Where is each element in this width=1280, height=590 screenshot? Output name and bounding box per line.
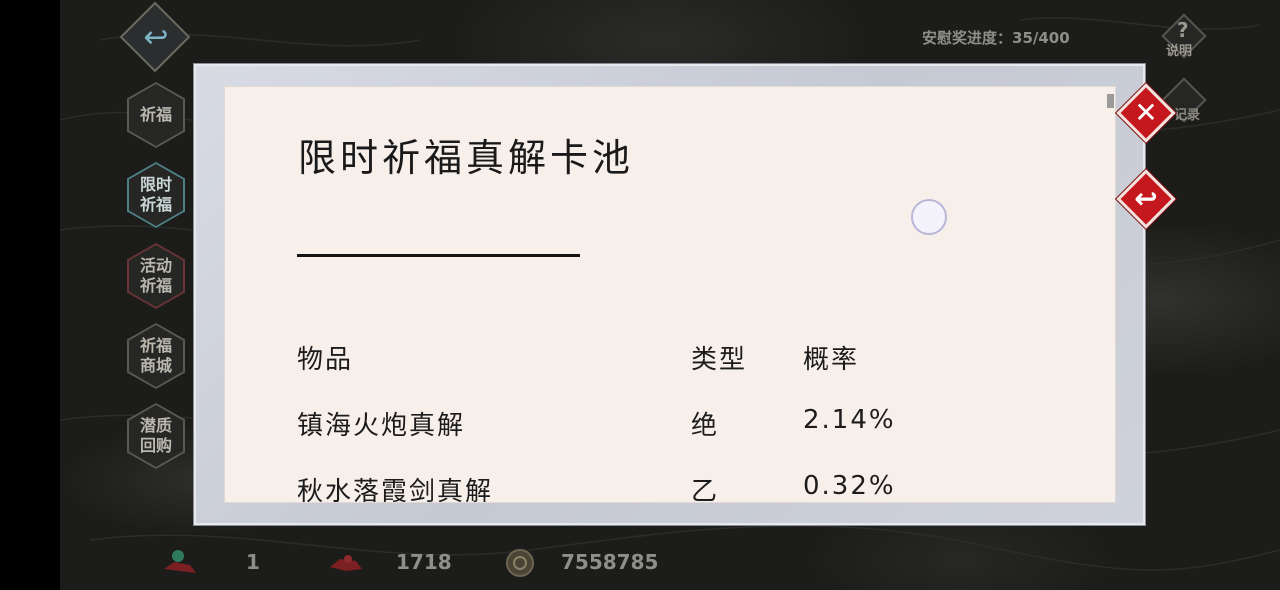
table-header-type: 类型	[691, 345, 748, 375]
back-arrow-icon[interactable]: ↩	[138, 20, 174, 56]
side-item-label: 祈福商城	[139, 336, 172, 375]
table-row-rate: 2.14%	[803, 405, 896, 435]
side-item-label: 祈福	[139, 105, 172, 124]
table-header-item: 物品	[297, 345, 354, 375]
title-divider	[297, 254, 580, 257]
lantern-token-icon	[160, 547, 200, 577]
table-row-type: 乙	[691, 477, 720, 503]
side-item-label: 限时祈福	[139, 175, 172, 214]
help-label: 说明	[1166, 44, 1193, 59]
consolation-progress: 安慰奖进度：35/400	[922, 29, 1070, 47]
pool-title: 限时祈福真解卡池	[298, 136, 635, 180]
currency-value: 1718	[396, 550, 452, 574]
currency-value: 7558785	[561, 550, 659, 574]
close-button[interactable]: ✕	[1116, 83, 1176, 143]
record-label: 记录	[1174, 108, 1201, 123]
table-header-rate: 概率	[803, 345, 860, 375]
side-item-label: 潜质回购	[139, 416, 172, 455]
left-black-bar	[0, 0, 60, 590]
question-icon: ?	[1177, 18, 1189, 42]
return-button[interactable]: ↩	[1116, 169, 1176, 229]
currency-value: 1	[246, 550, 260, 574]
table-row-item: 镇海火炮真解	[297, 411, 466, 441]
currency-lantern: 1	[160, 546, 260, 578]
side-item-label: 活动祈福	[139, 256, 172, 295]
return-arrow-icon: ↩	[1134, 182, 1158, 215]
scrollbar-thumb[interactable]	[1107, 94, 1114, 108]
table-row-type: 绝	[691, 411, 720, 441]
red-token-icon	[326, 547, 366, 577]
coin-icon	[503, 547, 543, 577]
help-button[interactable]: ? 说明	[1160, 12, 1210, 62]
currency-red: 1718	[326, 546, 452, 578]
table-row-item: 秋水落霞剑真解	[297, 477, 494, 503]
currency-coin: 7558785	[503, 546, 658, 578]
touch-indicator	[911, 199, 947, 235]
close-x-icon: ✕	[1134, 96, 1158, 129]
table-row-rate: 0.32%	[803, 471, 896, 501]
pool-info-content[interactable]: 限时祈福真解卡池 物品 类型 概率 镇海火炮真解 绝 2.14% 秋水落霞剑真解…	[224, 86, 1116, 503]
